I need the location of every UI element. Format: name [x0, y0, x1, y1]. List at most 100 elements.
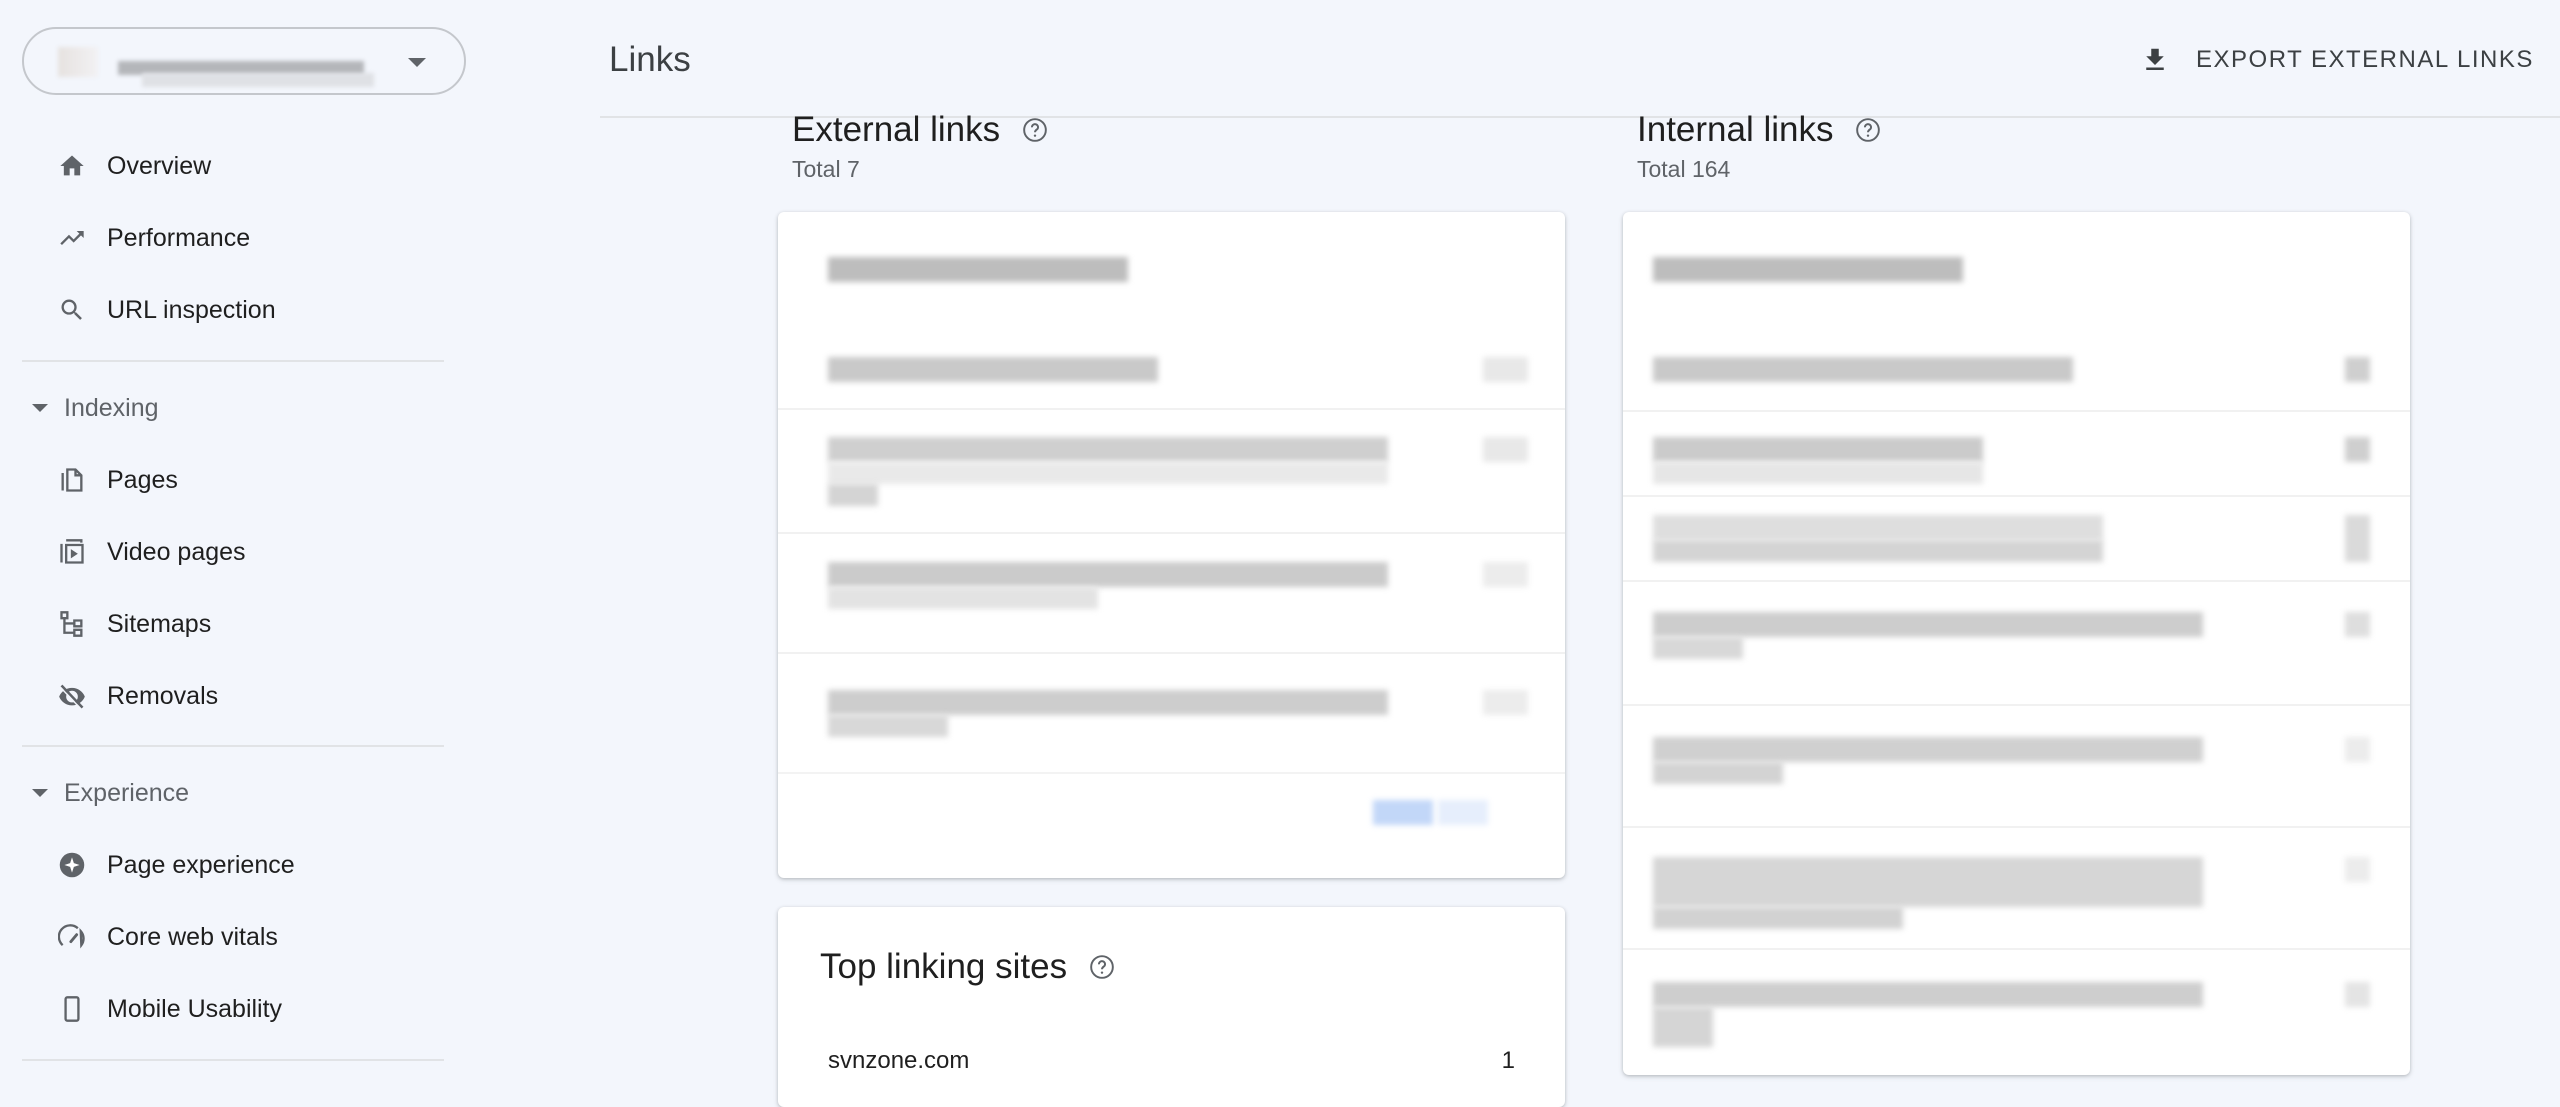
- speedometer-icon: [58, 924, 85, 949]
- sitemap-icon: [60, 611, 83, 637]
- redacted-count: [1483, 357, 1528, 382]
- sidebar-item-page-experience[interactable]: Page experience: [22, 835, 462, 895]
- internal-links-total: Total 164: [1637, 156, 1731, 182]
- export-external-links-button[interactable]: EXPORT EXTERNAL LINKS: [2140, 38, 2534, 82]
- property-name-redacted-2: [142, 73, 374, 87]
- sidebar-item-label: URL inspection: [107, 295, 276, 324]
- sidebar-section-indexing[interactable]: Indexing: [22, 383, 462, 433]
- redacted-row[interactable]: [1653, 857, 2203, 907]
- internal-links-heading: Internal links: [1637, 110, 1881, 150]
- redacted-row-line2: [1653, 462, 1983, 484]
- sidebar-item-label: Performance: [107, 223, 251, 252]
- linking-site-count: 1: [1501, 1047, 1515, 1074]
- home-icon: [60, 155, 84, 176]
- property-selector[interactable]: [22, 27, 466, 95]
- redacted-row-line2: [1653, 762, 1783, 784]
- redacted-count: [1483, 437, 1528, 462]
- help-icon[interactable]: [1022, 117, 1048, 143]
- redacted-row[interactable]: [1653, 612, 2203, 637]
- property-favicon: [58, 47, 98, 77]
- row-divider: [1623, 948, 2410, 950]
- export-label: EXPORT EXTERNAL LINKS: [2196, 46, 2534, 73]
- sidebar-item-label: Mobile Usability: [107, 994, 283, 1023]
- row-divider: [778, 652, 1565, 654]
- redacted-count: [2345, 515, 2370, 562]
- sidebar-item-pages[interactable]: Pages: [22, 450, 462, 510]
- page-title: Links: [609, 40, 691, 79]
- redacted-row-line2: [828, 715, 948, 737]
- row-divider: [1623, 826, 2410, 828]
- redacted-row-line2: [1653, 540, 2103, 562]
- sidebar-item-label: Pages: [107, 465, 178, 494]
- search-icon: [61, 299, 82, 320]
- redacted-header: [1653, 257, 1963, 282]
- top-linking-sites-card: Top linking sites svnzone.com 1: [778, 907, 1565, 1107]
- redacted-count: [2345, 357, 2370, 382]
- redacted-row-line2: [1653, 1007, 1713, 1047]
- help-icon[interactable]: [1089, 954, 1115, 980]
- sidebar-item-core-web-vitals[interactable]: Core web vitals: [22, 907, 462, 967]
- redacted-count: [2345, 437, 2370, 462]
- sidebar-item-sitemaps[interactable]: Sitemaps: [22, 594, 462, 654]
- top-linking-sites-heading: Top linking sites: [820, 947, 1115, 987]
- redacted-row[interactable]: [1653, 357, 2073, 382]
- redacted-row-line3: [828, 484, 878, 506]
- redacted-count: [2345, 612, 2370, 637]
- section-label: Indexing: [64, 393, 159, 422]
- redacted-count: [2345, 982, 2370, 1007]
- video-pages-icon: [60, 539, 84, 564]
- sidebar-item-removals[interactable]: Removals: [22, 666, 462, 726]
- internal-links-title: Internal links: [1637, 110, 1834, 149]
- redacted-row-line2: [1653, 637, 1743, 659]
- sidebar-divider: [22, 745, 444, 747]
- sidebar-item-performance[interactable]: Performance: [22, 208, 462, 268]
- redacted-row[interactable]: [1653, 737, 2203, 762]
- sidebar-item-url-inspection[interactable]: URL inspection: [22, 280, 462, 340]
- collapse-triangle-icon: [32, 404, 48, 412]
- redacted-row-line2: [828, 462, 1388, 484]
- external-links-title: External links: [792, 110, 1001, 149]
- sidebar-item-label: Video pages: [107, 537, 246, 566]
- redacted-row[interactable]: [828, 562, 1388, 587]
- redacted-header: [828, 257, 1128, 282]
- redacted-row[interactable]: [828, 437, 1388, 462]
- sidebar: Overview Performance URL inspection Inde…: [0, 0, 470, 1077]
- redacted-pagination-2[interactable]: [1438, 800, 1488, 825]
- row-divider: [778, 532, 1565, 534]
- row-divider: [1623, 410, 2410, 412]
- redacted-pagination[interactable]: [1373, 800, 1433, 825]
- page-experience-icon: [59, 852, 85, 878]
- redacted-row[interactable]: [1653, 515, 2103, 540]
- redacted-row[interactable]: [828, 690, 1388, 715]
- sidebar-item-mobile-usability[interactable]: Mobile Usability: [22, 979, 462, 1039]
- visibility-off-icon: [59, 684, 85, 710]
- collapse-triangle-icon: [32, 789, 48, 797]
- help-icon[interactable]: [1855, 117, 1881, 143]
- row-divider: [1623, 495, 2410, 497]
- sidebar-item-overview[interactable]: Overview: [22, 136, 462, 196]
- dropdown-caret-icon: [408, 58, 426, 67]
- sidebar-section-experience[interactable]: Experience: [22, 768, 462, 818]
- smartphone-icon: [64, 996, 80, 1022]
- sidebar-item-label: Page experience: [107, 850, 295, 879]
- redacted-row-line2: [1653, 907, 1903, 929]
- sidebar-divider: [22, 1059, 444, 1061]
- row-divider: [778, 408, 1565, 410]
- redacted-row-line2: [828, 587, 1098, 609]
- download-icon: [2146, 48, 2164, 70]
- row-divider: [778, 772, 1565, 774]
- sidebar-item-video-pages[interactable]: Video pages: [22, 522, 462, 582]
- top-linking-sites-title: Top linking sites: [820, 947, 1068, 986]
- pages-icon: [61, 468, 83, 492]
- redacted-count: [1483, 690, 1528, 715]
- sidebar-divider: [22, 360, 444, 362]
- row-divider: [1623, 704, 2410, 706]
- list-item[interactable]: svnzone.com 1: [828, 1047, 1515, 1075]
- redacted-row[interactable]: [828, 357, 1158, 382]
- redacted-row[interactable]: [1653, 437, 1983, 462]
- external-links-heading: External links: [792, 110, 1048, 150]
- redacted-row[interactable]: [1653, 982, 2203, 1007]
- trending-up-icon: [60, 231, 84, 245]
- internal-links-card: [1623, 212, 2410, 1075]
- sidebar-item-label: Core web vitals: [107, 922, 278, 951]
